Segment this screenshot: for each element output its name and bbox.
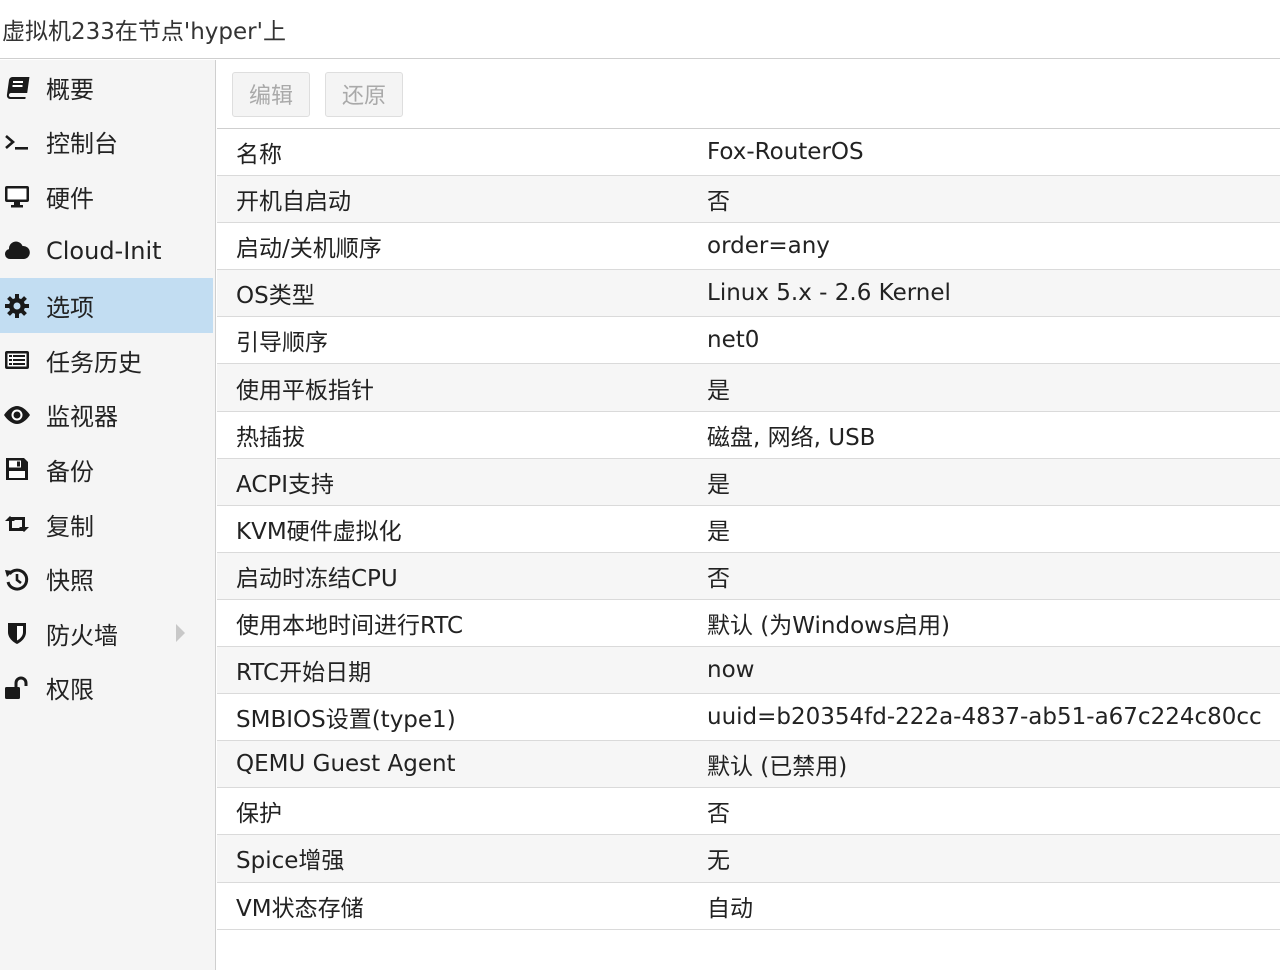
options-panel: 编辑 还原 名称 Fox-RouterOS 开机自启动否 启动/关机顺序 order… bbox=[217, 60, 1280, 970]
option-value: 无 bbox=[707, 848, 730, 875]
option-key: 使用平板指针 bbox=[236, 377, 374, 404]
sidebar-item-label: 权限 bbox=[46, 676, 94, 705]
sidebar-item-cloud-init[interactable]: Cloud-Init bbox=[0, 224, 213, 279]
option-key: RTC开始日期 bbox=[236, 660, 372, 687]
option-key: OS类型 bbox=[236, 283, 315, 310]
option-value: 否 bbox=[707, 189, 730, 216]
sidebar-item-permissions[interactable]: 权限 bbox=[0, 661, 213, 716]
terminal-icon bbox=[0, 115, 46, 169]
option-key: 名称 bbox=[236, 142, 282, 169]
sidebar-item-backup[interactable]: 备份 bbox=[0, 442, 213, 497]
sidebar-item-snapshot[interactable]: 快照 bbox=[0, 551, 213, 606]
option-key: ACPI支持 bbox=[236, 471, 335, 498]
option-value: 是 bbox=[707, 471, 730, 498]
table-row[interactable]: ACPI支持 是 bbox=[217, 458, 1280, 506]
sidebar-item-label: 防火墙 bbox=[46, 621, 118, 650]
sidebar-item-label: 控制台 bbox=[46, 130, 118, 159]
table-row[interactable]: 保护 否 bbox=[217, 788, 1280, 836]
option-value: 默认 (已禁用) bbox=[707, 754, 848, 781]
sidebar-item-label: 复制 bbox=[46, 512, 94, 541]
history-icon bbox=[0, 552, 46, 606]
option-key: KVM硬件虚拟化 bbox=[236, 518, 402, 545]
table-row[interactable]: SMBIOS设置(type1) uuid=b20354fd-222a-4837-a… bbox=[217, 694, 1280, 742]
sidebar-item-label: 监视器 bbox=[46, 403, 118, 432]
retweet-icon bbox=[0, 497, 46, 551]
book-icon bbox=[0, 60, 46, 114]
option-key: 使用本地时间进行RTC bbox=[236, 612, 464, 639]
sidebar-item-label: 概要 bbox=[46, 75, 94, 104]
option-value: now bbox=[707, 657, 755, 684]
sidebar-item-monitor[interactable]: 监视器 bbox=[0, 388, 213, 443]
edit-button[interactable]: 编辑 bbox=[232, 71, 311, 117]
table-row[interactable]: 启动时冻结CPU 否 bbox=[217, 552, 1280, 600]
unlock-icon bbox=[0, 661, 46, 715]
option-value: 否 bbox=[707, 801, 730, 828]
sidebar-item-summary[interactable]: 概要 bbox=[0, 60, 213, 115]
option-key: 保护 bbox=[236, 801, 282, 828]
table-row[interactable]: VM状态存储 自动 bbox=[217, 883, 1280, 930]
sidebar-item-label: 快照 bbox=[46, 567, 94, 596]
revert-button[interactable]: 还原 bbox=[325, 71, 404, 117]
option-key: 开机自启动 bbox=[236, 189, 351, 216]
table-row[interactable]: KVM硬件虚拟化 是 bbox=[217, 506, 1280, 553]
option-value: 是 bbox=[707, 377, 730, 404]
table-row[interactable]: 开机自启动 否 bbox=[217, 176, 1280, 224]
option-key: VM状态存储 bbox=[236, 895, 364, 922]
option-value: 否 bbox=[707, 565, 730, 592]
option-key: QEMU Guest Agent bbox=[236, 751, 456, 778]
option-key: 热插拔 bbox=[236, 424, 305, 451]
sidebar-item-label: 硬件 bbox=[46, 184, 94, 213]
option-value: uuid=b20354fd-222a-4837-ab51-a67c224c80c… bbox=[707, 704, 1262, 731]
option-value: 是 bbox=[707, 518, 730, 545]
sidebar-item-label: Cloud-Init bbox=[46, 237, 162, 266]
option-key: 启动/关机顺序 bbox=[236, 236, 382, 263]
window-title: 虚拟机233在节点'hyper'上 bbox=[0, 0, 1280, 59]
gear-icon bbox=[0, 279, 46, 333]
option-value: Fox-RouterOS bbox=[707, 139, 864, 166]
sidebar-item-task-history[interactable]: 任务历史 bbox=[0, 333, 213, 388]
window-title-text: 虚拟机233在节点'hyper'上 bbox=[2, 19, 286, 45]
sidebar-item-label: 备份 bbox=[46, 457, 94, 486]
sidebar-item-options[interactable]: 选项 bbox=[0, 278, 213, 333]
shield-icon bbox=[0, 606, 46, 660]
table-row[interactable]: 引导顺序 net0 bbox=[217, 317, 1280, 365]
expand-arrow-icon[interactable] bbox=[176, 624, 185, 643]
option-key: SMBIOS设置(type1) bbox=[236, 707, 456, 734]
sidebar: 概要 控制台 硬件 Cloud-Init 选项 任务历史 监视器 备份 复制 快… bbox=[0, 60, 216, 970]
sidebar-item-console[interactable]: 控制台 bbox=[0, 115, 213, 170]
toolbar: 编辑 还原 bbox=[217, 60, 1280, 129]
option-key: 启动时冻结CPU bbox=[236, 565, 398, 592]
table-row[interactable]: OS类型 Linux 5.x - 2.6 Kernel bbox=[217, 270, 1280, 318]
option-value: order=any bbox=[707, 233, 830, 260]
list-icon bbox=[0, 333, 46, 387]
option-key: 引导顺序 bbox=[236, 330, 328, 357]
eye-icon bbox=[0, 388, 46, 442]
cloud-icon bbox=[0, 224, 46, 278]
table-row[interactable]: Spice增强 无 bbox=[217, 835, 1280, 883]
sidebar-item-label: 任务历史 bbox=[46, 348, 142, 377]
table-row[interactable]: 热插拔 磁盘, 网络, USB bbox=[217, 412, 1280, 459]
option-key: Spice增强 bbox=[236, 848, 345, 875]
sidebar-item-firewall[interactable]: 防火墙 bbox=[0, 606, 213, 661]
table-row[interactable]: 启动/关机顺序 order=any bbox=[217, 223, 1280, 271]
sidebar-item-hardware[interactable]: 硬件 bbox=[0, 169, 213, 224]
table-row[interactable]: 使用平板指针 是 bbox=[217, 364, 1280, 412]
option-value: 自动 bbox=[707, 895, 753, 922]
option-value: 磁盘, 网络, USB bbox=[707, 424, 876, 451]
table-row[interactable]: RTC开始日期 now bbox=[217, 647, 1280, 695]
floppy-icon bbox=[0, 442, 46, 496]
sidebar-item-label: 选项 bbox=[46, 294, 94, 323]
option-value: 默认 (为Windows启用) bbox=[707, 612, 950, 639]
table-row[interactable]: 名称 Fox-RouterOS bbox=[217, 129, 1280, 177]
sidebar-item-replication[interactable]: 复制 bbox=[0, 497, 213, 552]
options-grid: 名称 Fox-RouterOS 开机自启动否 启动/关机顺序 order=any O… bbox=[217, 129, 1280, 930]
table-row[interactable]: 使用本地时间进行RTC 默认 (为Windows启用) bbox=[217, 600, 1280, 648]
monitor-icon bbox=[0, 169, 46, 223]
table-row[interactable]: QEMU Guest Agent 默认 (已禁用) bbox=[217, 741, 1280, 789]
option-value: net0 bbox=[707, 327, 760, 354]
option-value: Linux 5.x - 2.6 Kernel bbox=[707, 280, 951, 307]
